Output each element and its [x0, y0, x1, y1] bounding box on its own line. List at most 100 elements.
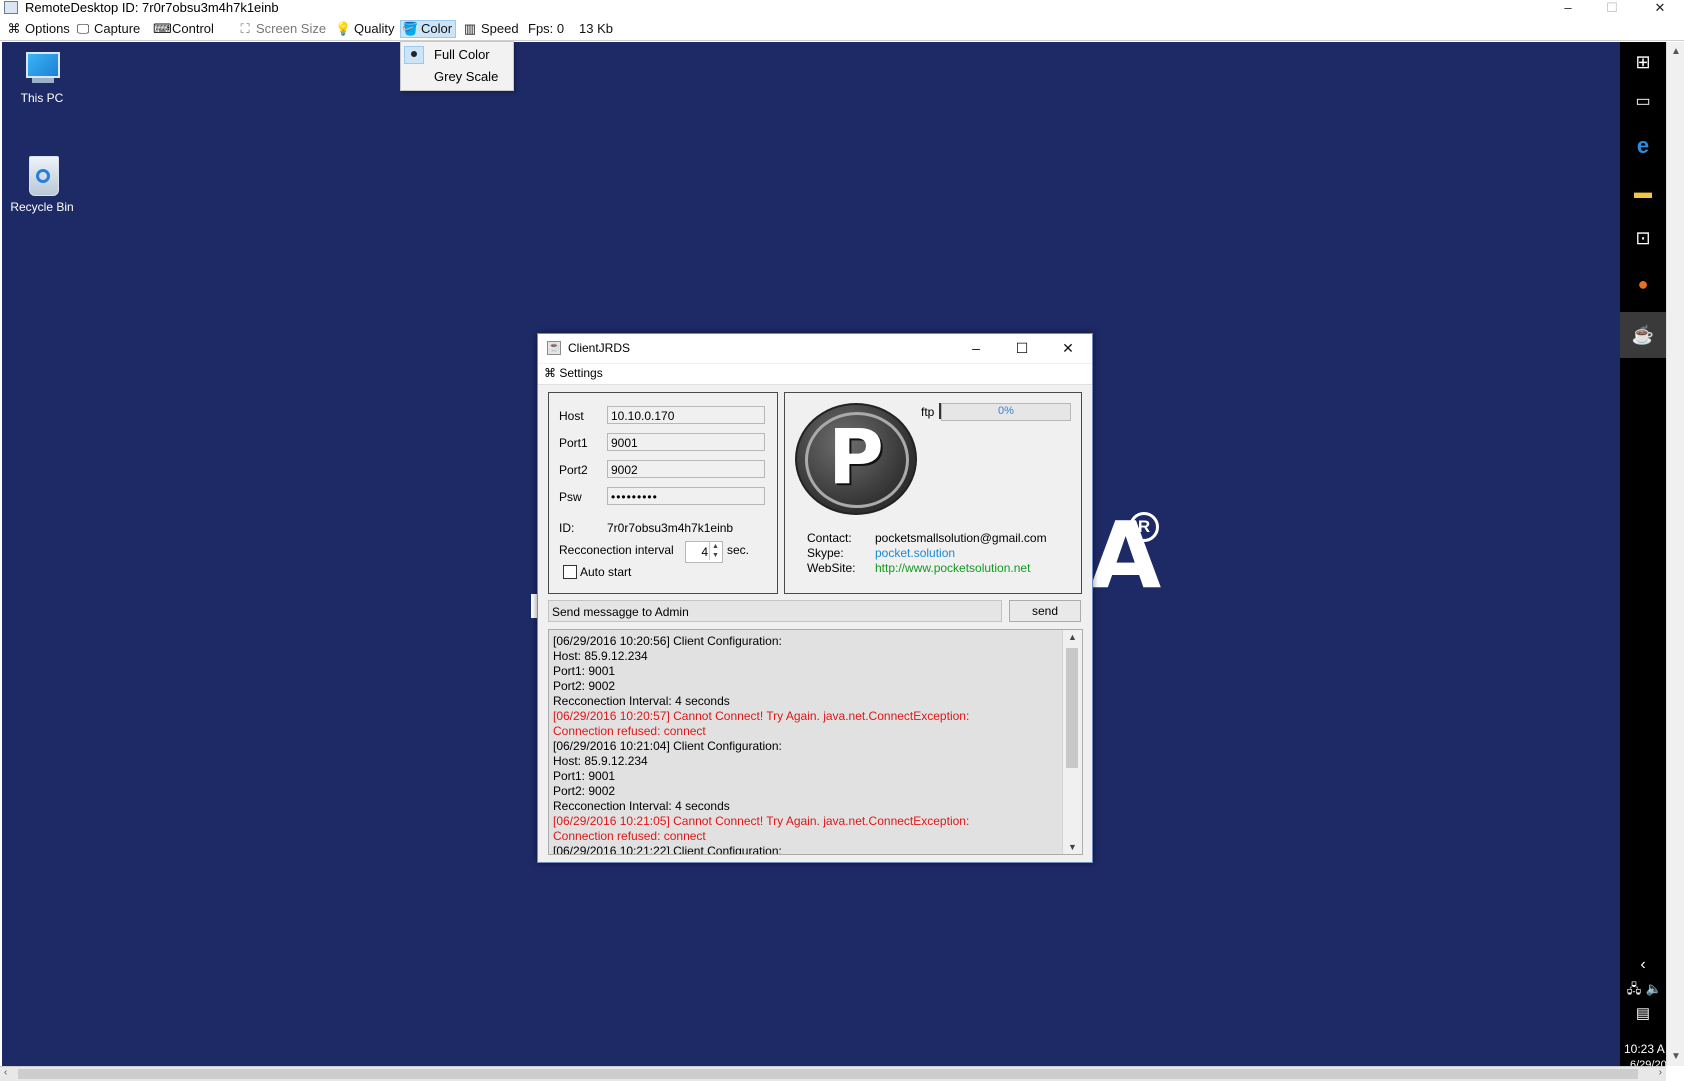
client-title-bar[interactable]: ☕ ClientJRDS – ☐ ✕: [538, 334, 1092, 363]
menu-color[interactable]: 🪣 Color: [400, 20, 457, 38]
scroll-thumb[interactable]: [18, 1069, 1638, 1079]
menu-quality-label: Quality: [354, 21, 395, 36]
scroll-down-icon[interactable]: ▼: [1068, 842, 1077, 852]
options-icon: ⌘: [7, 21, 21, 36]
port1-label: Port1: [559, 436, 588, 450]
log-line: [06/29/2016 10:20:56] Client Configurati…: [553, 634, 782, 648]
desktop-icon-this-pc[interactable]: This PC: [2, 52, 82, 105]
logo-letter: P: [828, 412, 884, 501]
skype-link[interactable]: pocket.solution: [875, 546, 955, 560]
taskbar-chevron-icon[interactable]: ‹: [1631, 953, 1655, 977]
log-line: Port1: 9001: [553, 664, 616, 678]
registered-mark-icon: R: [1129, 512, 1159, 542]
file-explorer-icon[interactable]: ▬: [1631, 180, 1655, 204]
scroll-right-icon[interactable]: ›: [1659, 1067, 1662, 1078]
java-app-icon[interactable]: ☕: [1631, 323, 1655, 347]
color-option-grey-scale[interactable]: Grey Scale: [401, 66, 513, 88]
outer-title-bar: RemoteDesktop ID: 7r0r7obsu3m4h7k1einb –…: [0, 0, 1684, 16]
menu-color-label: Color: [421, 21, 453, 36]
scroll-down-icon[interactable]: ▼: [1671, 1051, 1681, 1062]
menu-quality[interactable]: 💡 Quality: [335, 20, 394, 38]
ftp-progress-bar: 0%: [941, 403, 1071, 421]
screen-size-icon: ⛶: [240, 21, 250, 36]
menu-capture[interactable]: 🖵 Capture: [75, 20, 141, 38]
taskbar-clock[interactable]: 10:23 A: [1624, 1042, 1665, 1056]
log-lines: [06/29/2016 10:20:56] Client Configurati…: [553, 634, 1053, 854]
skype-label: Skype:: [807, 546, 844, 560]
volume-icon[interactable]: 🔈: [1642, 977, 1666, 1001]
website-link[interactable]: http://www.pocketsolution.net: [875, 561, 1030, 575]
scroll-left-icon[interactable]: ‹: [4, 1067, 7, 1078]
scroll-up-icon[interactable]: ▲: [1671, 46, 1681, 57]
client-minimize-button[interactable]: –: [958, 338, 994, 358]
outer-vertical-scrollbar[interactable]: ▲ ▼: [1666, 42, 1684, 1066]
fps-readout: Fps: 0: [528, 21, 565, 36]
color-option-label: Grey Scale: [434, 69, 499, 84]
client-id-value: 7r0r7obsu3m4h7k1einb: [607, 521, 734, 535]
host-label: Host: [559, 409, 584, 423]
menu-speed-label: Speed: [481, 21, 519, 36]
message-to-admin-input[interactable]: Send messagge to Admin: [548, 600, 1002, 622]
java-app-icon: ☕: [547, 341, 561, 355]
log-line: [06/29/2016 10:21:04] Client Configurati…: [553, 739, 782, 753]
log-line: [06/29/2016 10:20:57] Cannot Connect! Tr…: [553, 709, 970, 723]
outer-window-title: RemoteDesktop ID: 7r0r7obsu3m4h7k1einb: [25, 0, 279, 15]
host-input[interactable]: 10.10.0.170: [607, 406, 765, 424]
log-line: Connection refused: connect: [553, 724, 706, 738]
port2-input[interactable]: 9002: [607, 460, 765, 478]
client-maximize-button[interactable]: ☐: [1004, 338, 1040, 358]
client-jrds-window: ☕ ClientJRDS – ☐ ✕ ⌘ Settings Host 10.10…: [537, 333, 1093, 863]
log-scrollbar[interactable]: ▲ ▼: [1062, 630, 1082, 854]
desktop-icon-recycle-bin[interactable]: Recycle Bin: [2, 152, 82, 214]
reconnection-interval-spinner[interactable]: 4 ▲ ▼: [685, 541, 723, 563]
port1-input[interactable]: 9001: [607, 433, 765, 451]
menu-screen-size[interactable]: ⛶ Screen Size: [237, 20, 326, 38]
auto-start-checkbox[interactable]: [563, 565, 577, 579]
radio-bullet-icon: [411, 51, 417, 57]
scroll-up-icon[interactable]: ▲: [1068, 632, 1077, 642]
color-dropdown-menu: Full Color Grey Scale: [400, 41, 514, 91]
menu-settings[interactable]: ⌘ Settings: [544, 366, 603, 380]
paint-bucket-icon: 🪣: [402, 21, 419, 36]
interval-unit-label: sec.: [727, 543, 750, 557]
task-view-icon[interactable]: ▭: [1631, 90, 1655, 114]
log-line: Port1: 9001: [553, 769, 616, 783]
log-area[interactable]: [06/29/2016 10:20:56] Client Configurati…: [548, 629, 1083, 855]
outer-horizontal-scrollbar[interactable]: ‹ ›: [0, 1066, 1666, 1081]
spinner-up-icon[interactable]: ▲: [709, 542, 721, 551]
spinner-down-icon[interactable]: ▼: [709, 551, 721, 560]
ftp-progress-text: 0%: [998, 405, 1014, 417]
log-line: Host: 85.9.12.234: [553, 754, 648, 768]
firefox-icon[interactable]: ●: [1631, 272, 1655, 296]
lightbulb-icon: 💡: [335, 21, 352, 36]
log-scroll-thumb[interactable]: [1066, 648, 1078, 768]
remote-desktop-app-icon: [4, 1, 18, 14]
spinner-value: 4: [701, 545, 708, 559]
contact-email: pocketsmallsolution@gmail.com: [875, 531, 1047, 545]
menu-settings-label: Settings: [559, 366, 603, 380]
notification-icon[interactable]: ▤: [1631, 1002, 1655, 1026]
desktop-icon-label: Recycle Bin: [10, 200, 74, 214]
store-icon[interactable]: ⊡: [1631, 226, 1655, 250]
edge-icon[interactable]: e: [1631, 134, 1655, 158]
password-input[interactable]: •••••••••: [607, 487, 765, 505]
port2-label: Port2: [559, 463, 588, 477]
id-label: ID:: [559, 521, 575, 535]
outer-minimize-button[interactable]: –: [1548, 0, 1588, 16]
log-line: Connection refused: connect: [553, 829, 706, 843]
contact-label: Contact:: [807, 531, 852, 545]
color-option-full-color[interactable]: Full Color: [401, 44, 513, 66]
menu-control[interactable]: ⌨Control: [153, 20, 214, 38]
send-button[interactable]: send: [1009, 600, 1081, 622]
client-close-button[interactable]: ✕: [1050, 338, 1086, 358]
windows-start-icon[interactable]: ⊞: [1631, 50, 1655, 74]
menu-options[interactable]: ⌘ Options: [6, 20, 70, 38]
outer-maximize-button[interactable]: ☐: [1592, 0, 1632, 16]
menu-speed[interactable]: ▥ Speed: [462, 20, 519, 38]
menu-capture-label: Capture: [94, 21, 141, 36]
password-label: Psw: [559, 490, 582, 504]
log-line: Port2: 9002: [553, 679, 616, 693]
outer-close-button[interactable]: ✕: [1640, 0, 1680, 16]
connection-panel: Host 10.10.0.170 Port1 9001 Port2 9002 P…: [548, 392, 778, 594]
this-pc-icon: [22, 52, 62, 86]
